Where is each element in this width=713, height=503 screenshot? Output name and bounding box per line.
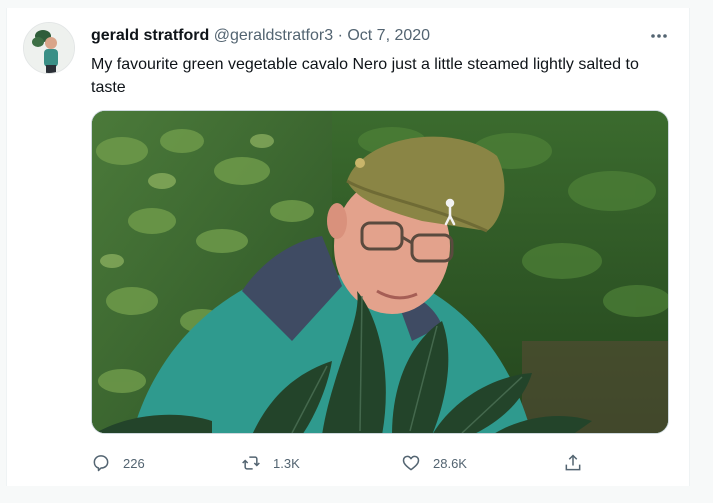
more-horizontal-icon[interactable] (649, 26, 669, 46)
tweet-text: My favourite green vegetable cavalo Nero… (91, 56, 639, 96)
user-handle[interactable]: @geraldstratfor3 (214, 27, 333, 44)
avatar[interactable] (23, 22, 75, 74)
tweet-date[interactable]: Oct 7, 2020 (347, 27, 430, 44)
reply-count: 226 (123, 455, 145, 471)
retweet-count: 1.3K (273, 455, 300, 471)
separator-dot: · (337, 27, 343, 44)
photo-image (92, 111, 668, 433)
retweet-icon (242, 456, 260, 470)
retweet-button[interactable]: 1.3K (241, 450, 300, 476)
tweet-header: gerald stratford @geraldstratfor3 · Oct … (91, 26, 430, 46)
like-button[interactable]: 28.6K (401, 450, 467, 476)
display-name[interactable]: gerald stratford (91, 27, 209, 44)
reply-icon (93, 455, 109, 472)
like-count: 28.6K (433, 455, 467, 471)
reply-button[interactable]: 226 (91, 450, 145, 476)
tweet-card[interactable]: gerald stratford @geraldstratfor3 · Oct … (6, 8, 690, 486)
heart-icon (402, 455, 420, 471)
share-button[interactable] (563, 450, 595, 476)
tweet-photo[interactable] (91, 110, 669, 434)
share-icon (565, 454, 581, 471)
avatar-image (24, 23, 74, 73)
tweet-actions: 226 1.3K 28.6K (91, 450, 671, 476)
